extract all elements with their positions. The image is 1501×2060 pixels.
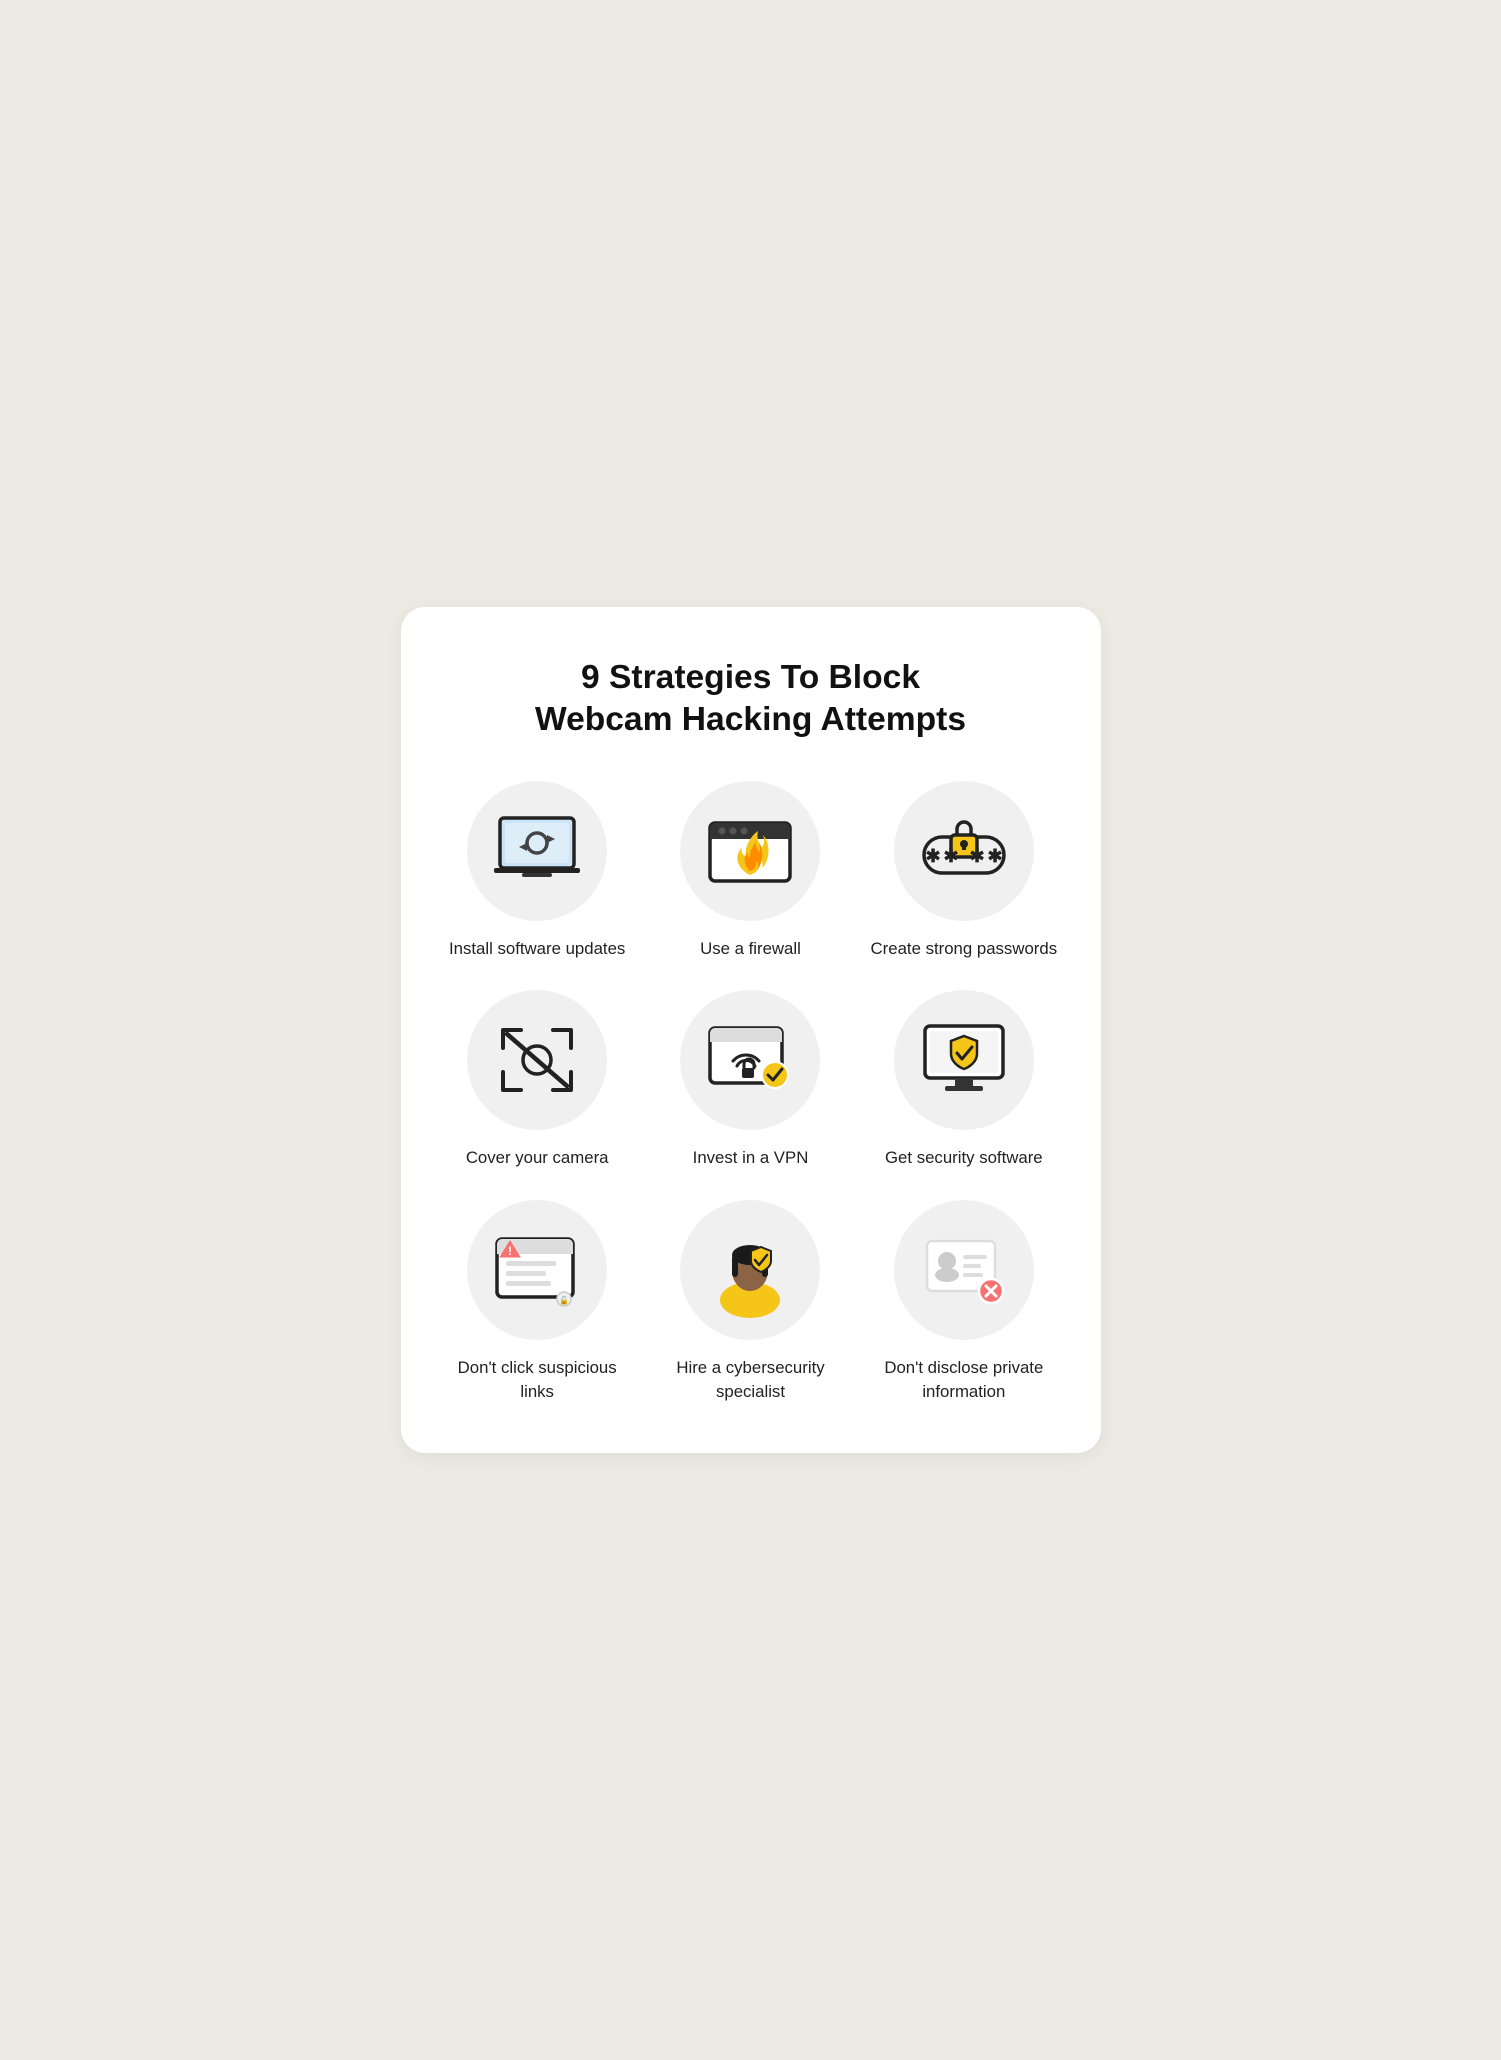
- item-vpn: Invest in a VPN: [654, 990, 847, 1170]
- icon-use-firewall: [680, 781, 820, 921]
- label-private-info: Don't disclose private information: [867, 1356, 1060, 1403]
- icon-suspicious-links: ! 🔓: [467, 1200, 607, 1340]
- page-title: 9 Strategies To BlockWebcam Hacking Atte…: [441, 657, 1061, 741]
- label-security-software: Get security software: [885, 1146, 1043, 1170]
- icon-cover-camera: [467, 990, 607, 1130]
- icon-specialist: [680, 1200, 820, 1340]
- svg-text:🔓: 🔓: [559, 1295, 569, 1305]
- label-vpn: Invest in a VPN: [693, 1146, 809, 1170]
- item-private-info: Don't disclose private information: [867, 1200, 1060, 1403]
- item-strong-passwords: ✱ ✱ ✱ ✱ Create strong passwords: [867, 781, 1060, 961]
- item-suspicious-links: ! 🔓 Don't click suspicious links: [441, 1200, 634, 1403]
- svg-text:✱: ✱: [943, 846, 958, 866]
- label-suspicious-links: Don't click suspicious links: [441, 1356, 634, 1403]
- strategies-grid: Install software updates: [441, 781, 1061, 1403]
- icon-security-software: [894, 990, 1034, 1130]
- label-install-updates: Install software updates: [449, 937, 625, 961]
- label-use-firewall: Use a firewall: [700, 937, 801, 961]
- main-card: 9 Strategies To BlockWebcam Hacking Atte…: [401, 607, 1101, 1453]
- icon-install-updates: [467, 781, 607, 921]
- item-specialist: Hire a cybersecurity specialist: [654, 1200, 847, 1403]
- item-install-updates: Install software updates: [441, 781, 634, 961]
- icon-private-info: [894, 1200, 1034, 1340]
- item-security-software: Get security software: [867, 990, 1060, 1170]
- svg-text:✱: ✱: [969, 846, 984, 866]
- svg-text:✱: ✱: [925, 846, 940, 866]
- svg-text:!: !: [508, 1244, 512, 1258]
- item-use-firewall: Use a firewall: [654, 781, 847, 961]
- item-cover-camera: Cover your camera: [441, 990, 634, 1170]
- label-strong-passwords: Create strong passwords: [871, 937, 1058, 961]
- svg-text:✱: ✱: [987, 846, 1002, 866]
- icon-vpn: [680, 990, 820, 1130]
- label-cover-camera: Cover your camera: [466, 1146, 609, 1170]
- icon-strong-passwords: ✱ ✱ ✱ ✱: [894, 781, 1034, 921]
- label-specialist: Hire a cybersecurity specialist: [654, 1356, 847, 1403]
